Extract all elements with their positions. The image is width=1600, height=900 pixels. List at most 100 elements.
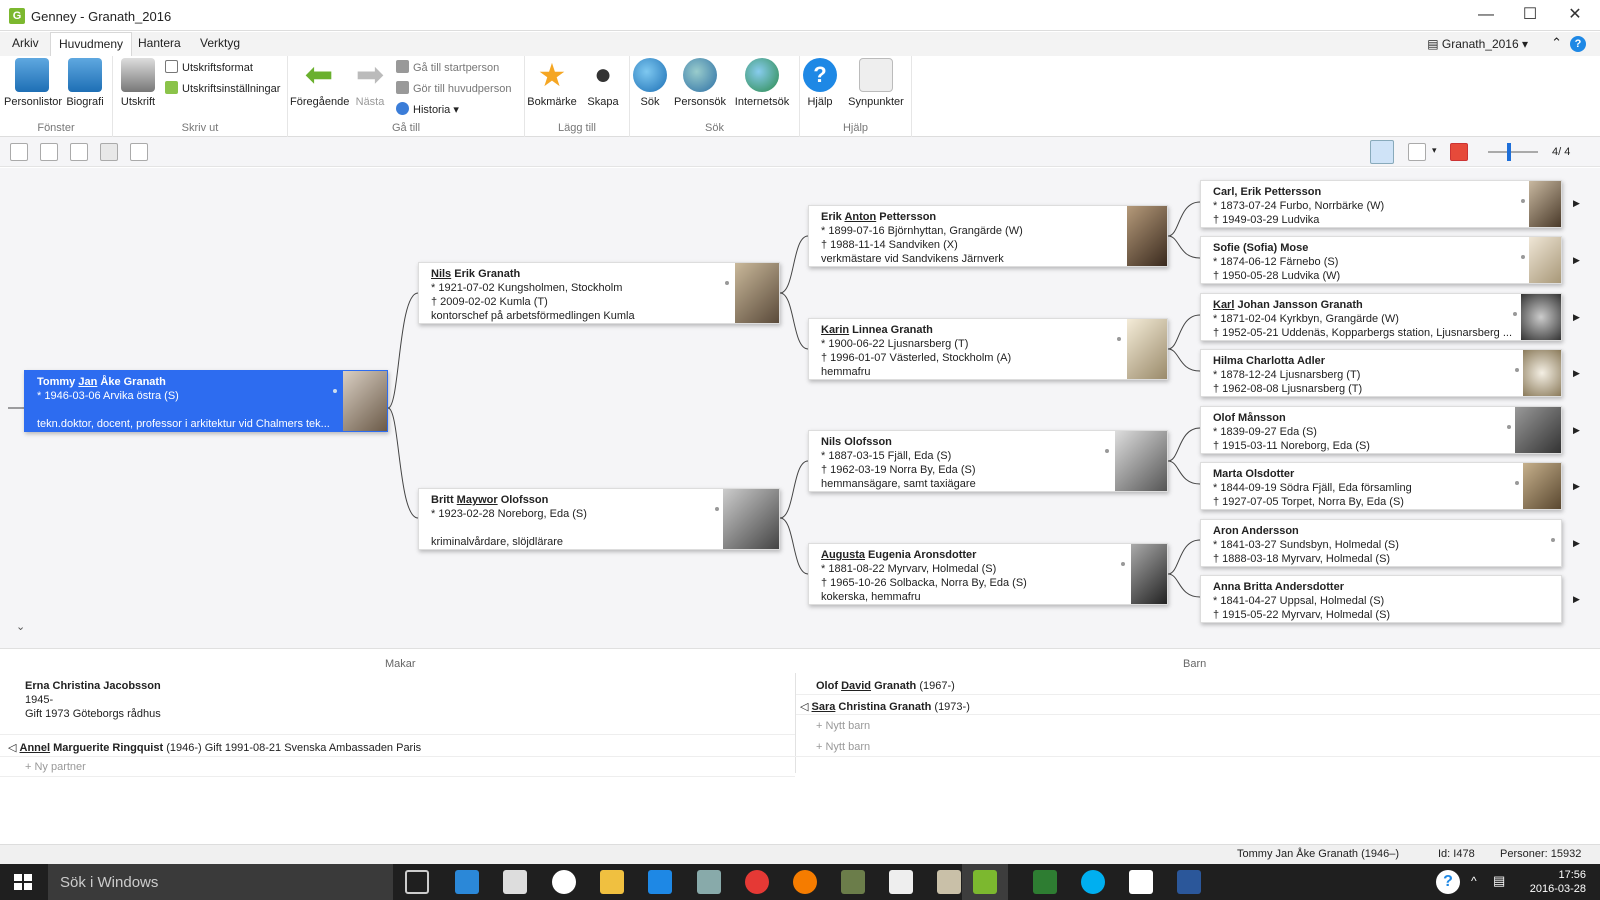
person-card-maternal-grandmother[interactable]: Augusta Eugenia Aronsdotter * 1881-08-22… <box>808 543 1168 605</box>
person-card-great-grandparent-4[interactable]: Hilma Charlotta Adler * 1878-12-24 Ljusn… <box>1200 349 1562 397</box>
nasta-button[interactable]: ➡ Nästa <box>350 58 390 108</box>
minimize-button[interactable]: — <box>1466 4 1506 26</box>
expand-arrow-icon[interactable]: ▶ <box>1573 425 1580 436</box>
new-child-link[interactable]: + Nytt barn <box>816 720 870 732</box>
skype-icon[interactable] <box>1081 870 1105 894</box>
child-row-1[interactable]: Olof David Granath (1967-) <box>816 680 955 692</box>
new-partner-link[interactable]: + Ny partner <box>25 761 86 773</box>
huvudperson-button[interactable]: Gör till huvudperson <box>396 81 511 95</box>
file-explorer-icon[interactable] <box>600 870 624 894</box>
tree-layout-icon[interactable] <box>1370 140 1394 164</box>
expand-arrow-icon[interactable]: ▶ <box>1573 198 1580 209</box>
clock[interactable]: 17:56 2016-03-28 <box>1530 868 1586 896</box>
person-card-maternal-grandfather[interactable]: Nils Olofsson * 1887-03-15 Fjäll, Eda (S… <box>808 430 1168 492</box>
person-card-great-grandparent-2[interactable]: Sofie (Sofia) Mose * 1874-06-12 Färnebo … <box>1200 236 1562 284</box>
child-row-2[interactable]: ◁ Sara Christina Granath (1973-) <box>800 700 970 713</box>
expand-arrow-icon[interactable]: ▶ <box>1573 594 1580 605</box>
person-card-paternal-grandfather[interactable]: Erik Anton Pettersson * 1899-07-16 Björn… <box>808 205 1168 267</box>
store-icon[interactable] <box>503 870 527 894</box>
edge-icon[interactable] <box>648 870 672 894</box>
arrow-left-icon: ⬅ <box>304 56 334 94</box>
person-card-great-grandparent-5[interactable]: Olof Månsson * 1839-09-27 Eda (S) † 1915… <box>1200 406 1562 454</box>
menu-verktyg[interactable]: Verktyg <box>200 36 240 50</box>
historia-button[interactable]: Historia ▾ <box>396 102 459 116</box>
personlistor-button[interactable]: Personlistor <box>4 58 62 108</box>
view-grid-icon[interactable] <box>10 143 28 161</box>
person-card-great-grandparent-3[interactable]: Karl Johan Jansson Granath * 1871-02-04 … <box>1200 293 1562 341</box>
app-icon[interactable] <box>937 870 961 894</box>
person-card-great-grandparent-8[interactable]: Anna Britta Andersdotter * 1841-04-27 Up… <box>1200 575 1562 623</box>
biografi-button[interactable]: Biografi <box>62 58 108 108</box>
spouse-row-1[interactable]: Erna Christina Jacobsson 1945- Gift 1973… <box>25 680 161 720</box>
windows-start-icon[interactable] <box>14 874 32 890</box>
skapa-button[interactable]: ● Skapa <box>581 58 625 108</box>
menu-arkiv[interactable]: Arkiv <box>12 36 39 50</box>
tree-app-icon[interactable] <box>1033 870 1057 894</box>
task-view-icon[interactable] <box>405 870 429 894</box>
app-icon[interactable] <box>697 870 721 894</box>
view-descendants-icon[interactable] <box>40 143 58 161</box>
hjalp-button[interactable]: ? Hjälp <box>802 58 838 108</box>
genney-icon[interactable] <box>973 870 997 894</box>
options-dropdown-icon[interactable]: ▾ <box>1432 145 1437 156</box>
taskbar-search[interactable]: Sök i Windows <box>48 864 393 900</box>
utskrift-button[interactable]: Utskrift <box>117 58 159 108</box>
person-card-great-grandparent-1[interactable]: Carl, Erik Pettersson * 1873-07-24 Furbo… <box>1200 180 1562 228</box>
person-card-mother[interactable]: Britt Maywor Olofsson * 1923-02-28 Noreb… <box>418 488 780 550</box>
help-tray-icon[interactable]: ? <box>1436 870 1460 894</box>
menu-hantera[interactable]: Hantera <box>138 36 181 50</box>
help-icon[interactable]: ? <box>1570 36 1586 52</box>
startperson-button[interactable]: Gå till startperson <box>396 60 499 74</box>
spouse-row-2[interactable]: ◁ Annel Marguerite Ringquist (1946-) Gif… <box>8 741 421 754</box>
chart-app-icon[interactable] <box>889 870 913 894</box>
close-button[interactable]: ✕ <box>1555 4 1595 26</box>
expand-arrow-icon[interactable]: ▶ <box>1573 312 1580 323</box>
zoom-slider-thumb[interactable] <box>1507 143 1511 161</box>
word-icon[interactable] <box>1177 870 1201 894</box>
view-ancestor-tree-icon[interactable] <box>100 143 118 161</box>
internetsok-button[interactable]: Internetsök <box>730 58 794 108</box>
view-ancestors-icon[interactable] <box>70 143 88 161</box>
expand-arrow-icon[interactable]: ▶ <box>1573 255 1580 266</box>
expand-arrow-icon[interactable]: ▶ <box>1573 368 1580 379</box>
chevron-up-icon[interactable]: ^ <box>1471 874 1477 888</box>
utskriftsformat-button[interactable]: Utskriftsformat <box>165 60 253 74</box>
biography-window-icon <box>68 58 102 92</box>
printer-icon <box>121 58 155 92</box>
hp-icon[interactable] <box>552 870 576 894</box>
network-icon[interactable]: ▤ <box>1493 873 1505 889</box>
pdf-icon[interactable] <box>1450 143 1468 161</box>
new-child-link[interactable]: + Nytt barn <box>816 741 870 753</box>
person-card-father[interactable]: Nils Erik Granath * 1921-07-02 Kungsholm… <box>418 262 780 324</box>
firefox-icon[interactable] <box>793 870 817 894</box>
person-card-root[interactable]: Tommy Jan Åke Granath * 1946-03-06 Arvik… <box>24 370 388 432</box>
person-photo <box>343 371 387 431</box>
synpunkter-button[interactable]: Synpunkter <box>844 58 908 108</box>
app-icon[interactable] <box>841 870 865 894</box>
calendar-icon[interactable] <box>1129 870 1153 894</box>
project-selector[interactable]: ▤ Granath_2016 ▾ <box>1427 37 1528 51</box>
foregaende-button[interactable]: ⬅ Föregående <box>290 56 349 108</box>
expand-arrow-icon[interactable]: ▶ <box>1573 538 1580 549</box>
personsok-button[interactable]: Personsök <box>672 58 728 108</box>
sok-button[interactable]: Sök <box>632 58 668 108</box>
collapse-ribbon-icon[interactable]: ⌃ <box>1551 35 1562 51</box>
zoom-slider[interactable] <box>1488 151 1538 153</box>
notes-dot-icon <box>715 507 719 511</box>
expand-arrow-icon[interactable]: ▶ <box>1573 481 1580 492</box>
menu-huvudmeny[interactable]: Huvudmeny <box>50 32 133 56</box>
collapse-panel-icon[interactable]: ⌄ <box>16 620 25 633</box>
group-ga-till: ⬅ Föregående ➡ Nästa Gå till startperson G… <box>288 56 525 137</box>
status-count: Personer: 15932 <box>1500 848 1582 860</box>
person-card-paternal-grandmother[interactable]: Karin Linnea Granath * 1900-06-22 Ljusna… <box>808 318 1168 380</box>
person-card-great-grandparent-7[interactable]: Aron Andersson * 1841-03-27 Sundsbyn, Ho… <box>1200 519 1562 567</box>
bokmarke-button[interactable]: ★ Bokmärke <box>527 58 577 108</box>
view-list-icon[interactable] <box>130 143 148 161</box>
chrome-icon[interactable] <box>745 870 769 894</box>
maximize-button[interactable]: ☐ <box>1510 4 1550 26</box>
app-pin-icon[interactable] <box>455 870 479 894</box>
person-card-great-grandparent-6[interactable]: Marta Olsdotter * 1844-09-19 Södra Fjäll… <box>1200 462 1562 510</box>
utskriftsinstallningar-button[interactable]: Utskriftsinställningar <box>165 81 280 95</box>
view-options-icon[interactable] <box>1408 143 1426 161</box>
occupation-line: kokerska, hemmafru <box>821 591 921 603</box>
